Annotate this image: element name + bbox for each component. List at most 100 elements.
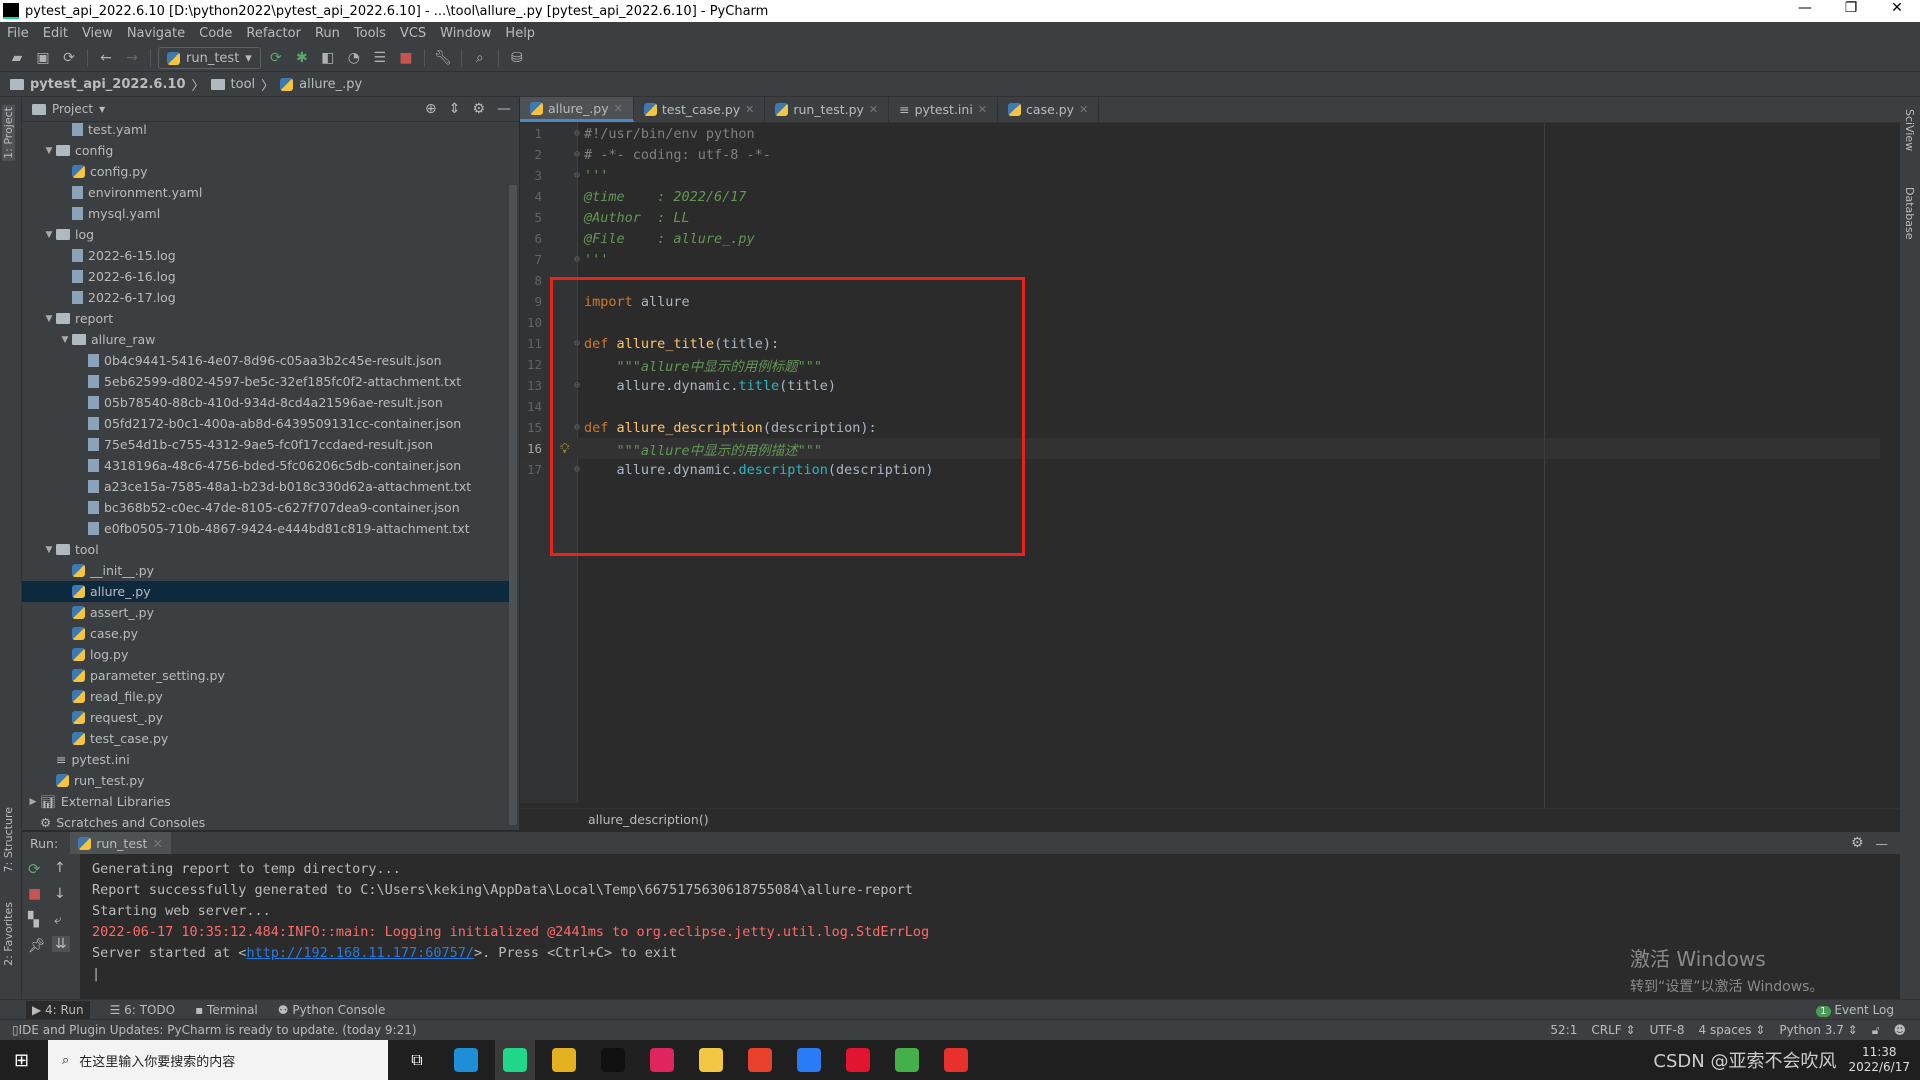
taskbar-search[interactable]: ⌕ 在这里输入你要搜索的内容 <box>48 1040 388 1080</box>
xmind-app-icon[interactable] <box>740 1040 780 1080</box>
project-tool-tab[interactable]: 1: Project <box>2 105 15 161</box>
chevron-down-icon[interactable]: ▼ <box>58 335 72 345</box>
function-crumb[interactable]: allure_description() <box>588 812 709 827</box>
editor-tab[interactable]: ≡ pytest.ini ✕ <box>889 97 999 122</box>
scroll-to-end-icon[interactable]: ⇊ <box>52 936 70 952</box>
tree-item[interactable]: ≡ pytest.ini <box>22 749 512 770</box>
lock-icon[interactable]: 🔓︎ <box>1872 1023 1880 1038</box>
tree-item[interactable]: mysql.yaml <box>22 203 512 224</box>
layout-icon[interactable]: ▚ <box>28 912 39 928</box>
inspector-icon[interactable]: ☻ <box>1893 1023 1906 1038</box>
code-line[interactable]: 1 ⊖ #!/usr/bin/env python <box>520 123 1880 144</box>
pycharm-app-icon[interactable] <box>495 1040 535 1080</box>
fold-icon[interactable]: ⊖ <box>574 149 580 160</box>
tree-item[interactable]: ▼ allure_raw <box>22 329 512 350</box>
hide-icon[interactable]: — <box>497 101 511 117</box>
coverage-icon[interactable]: ◧ <box>317 47 339 69</box>
run-tool-tab[interactable]: ▶ 4: Run <box>26 1000 90 1019</box>
menu-help[interactable]: Help <box>498 26 542 41</box>
menu-code[interactable]: Code <box>192 26 239 41</box>
explorer-app-icon[interactable] <box>691 1040 731 1080</box>
soft-wrap-icon[interactable]: ⤶ <box>54 912 62 928</box>
close-icon[interactable]: ✕ <box>614 102 623 115</box>
tree-item[interactable]: test_case.py <box>22 728 512 749</box>
tree-item[interactable]: bc368b52-c0ec-47de-8105-c627f707dea9-con… <box>22 497 512 518</box>
profile-icon[interactable]: ◔ <box>343 47 365 69</box>
youdao-app-icon[interactable] <box>838 1040 878 1080</box>
tree-item[interactable]: ▼ tool <box>22 539 512 560</box>
clock-time[interactable]: 11:38 <box>1848 1045 1910 1060</box>
editor-tab[interactable]: case.py ✕ <box>998 97 1100 122</box>
open-icon[interactable]: ▰ <box>6 47 28 69</box>
rerun-icon[interactable]: ⟳ <box>28 860 41 878</box>
code-line[interactable]: 4 @time : 2022/6/17 <box>520 186 1880 207</box>
run-configuration-select[interactable]: run_test ▾ <box>158 47 261 69</box>
fold-icon[interactable]: ⊖ <box>574 254 580 265</box>
run-tab[interactable]: run_test ✕ <box>70 832 171 854</box>
tree-item[interactable]: parameter_setting.py <box>22 665 512 686</box>
stop-icon[interactable]: ■ <box>395 47 417 69</box>
hide-icon[interactable]: — <box>1876 836 1901 851</box>
tree-item[interactable]: 4318196a-48c6-4756-bded-5fc06206c5db-con… <box>22 455 512 476</box>
line-separator[interactable]: CRLF ⇕ <box>1591 1023 1635 1038</box>
tree-item[interactable]: request_.py <box>22 707 512 728</box>
code-line[interactable]: 2 ⊖ # -*- coding: utf-8 -*- <box>520 144 1880 165</box>
close-icon[interactable]: ✕ <box>978 103 987 116</box>
chevron-down-icon[interactable]: ▼ <box>42 146 56 156</box>
caret-position[interactable]: 52:1 <box>1550 1023 1577 1038</box>
tree-item[interactable]: e0fb0505-710b-4867-9424-e444bd81c819-att… <box>22 518 512 539</box>
tree-item[interactable]: 05b78540-88cb-410d-934d-8cd4a21596ae-res… <box>22 392 512 413</box>
edge-app-icon[interactable] <box>446 1040 486 1080</box>
stop-icon[interactable]: ■ <box>28 886 41 902</box>
code-line[interactable]: 7 ⊖ ''' <box>520 249 1880 270</box>
favorites-tool-tab[interactable]: 2: Favorites <box>2 902 15 966</box>
vcs-icon[interactable]: ⛁ <box>506 47 528 69</box>
tree-item[interactable]: assert_.py <box>22 602 512 623</box>
search-icon[interactable]: ⌕ <box>469 47 491 69</box>
tree-item[interactable]: __init__.py <box>22 560 512 581</box>
tree-item[interactable]: read_file.py <box>22 686 512 707</box>
breadcrumb-project[interactable]: pytest_api_2022.6.10 <box>30 77 186 92</box>
chrome-app-icon[interactable] <box>544 1040 584 1080</box>
tree-item[interactable]: 2022-6-17.log <box>22 287 512 308</box>
down-arrow-icon[interactable]: ↓ <box>54 886 66 902</box>
sciview-tool-tab[interactable]: SciView <box>1903 109 1916 151</box>
up-arrow-icon[interactable]: ↑ <box>54 860 66 876</box>
sync-icon[interactable]: ⟳ <box>58 47 80 69</box>
tree-item[interactable]: 05fd2172-b0c1-400a-ab8d-6439509131cc-con… <box>22 413 512 434</box>
pen-app-icon[interactable] <box>642 1040 682 1080</box>
clock-date[interactable]: 2022/6/17 <box>1848 1060 1910 1075</box>
database-tool-tab[interactable]: Database <box>1903 187 1916 240</box>
restore-button[interactable]: ❐ <box>1828 0 1874 16</box>
python-console-tool-tab[interactable]: ⚉ Python Console <box>278 1003 386 1017</box>
minimize-button[interactable]: — <box>1782 0 1828 16</box>
tree-item[interactable]: allure_.py <box>22 581 512 602</box>
save-icon[interactable]: ▣ <box>32 47 54 69</box>
menu-view[interactable]: View <box>75 26 120 41</box>
todo-tool-tab[interactable]: ☰ 6: TODO <box>110 1003 176 1017</box>
tree-item[interactable]: 2022-6-15.log <box>22 245 512 266</box>
menu-tools[interactable]: Tools <box>347 26 393 41</box>
tree-item[interactable]: environment.yaml <box>22 182 512 203</box>
menu-edit[interactable]: Edit <box>36 26 75 41</box>
close-icon[interactable]: ✕ <box>152 836 162 851</box>
close-icon[interactable]: ✕ <box>1079 103 1088 116</box>
tree-item[interactable]: run_test.py <box>22 770 512 791</box>
tree-item[interactable]: config.py <box>22 161 512 182</box>
tree-item[interactable]: a23ce15a-7585-48a1-b23d-b018c330d62a-att… <box>22 476 512 497</box>
tree-item[interactable]: 0b4c9441-5416-4e07-8d96-c05aa3b2c45e-res… <box>22 350 512 371</box>
status-message[interactable]: IDE and Plugin Updates: PyCharm is ready… <box>19 1023 417 1037</box>
tree-item[interactable]: ▶ 📊︎ External Libraries <box>22 791 512 812</box>
console-output[interactable]: Generating report to temp directory... R… <box>92 859 929 985</box>
close-icon[interactable]: ✕ <box>745 103 754 116</box>
windows-start-icon[interactable]: ⊞ <box>14 1050 29 1071</box>
menu-refactor[interactable]: Refactor <box>239 26 308 41</box>
debug-icon[interactable]: ✱ <box>291 47 313 69</box>
tree-item[interactable]: 75e54d1b-c755-4312-9ae5-fc0f17ccdaed-res… <box>22 434 512 455</box>
feishu-app-icon[interactable] <box>789 1040 829 1080</box>
tree-item[interactable]: ▼ report <box>22 308 512 329</box>
breadcrumb-file[interactable]: allure_.py <box>299 77 362 92</box>
interpreter[interactable]: Python 3.7 ⇕ <box>1779 1023 1857 1038</box>
wps-app-icon[interactable] <box>936 1040 976 1080</box>
tree-item[interactable]: ▼ config <box>22 140 512 161</box>
